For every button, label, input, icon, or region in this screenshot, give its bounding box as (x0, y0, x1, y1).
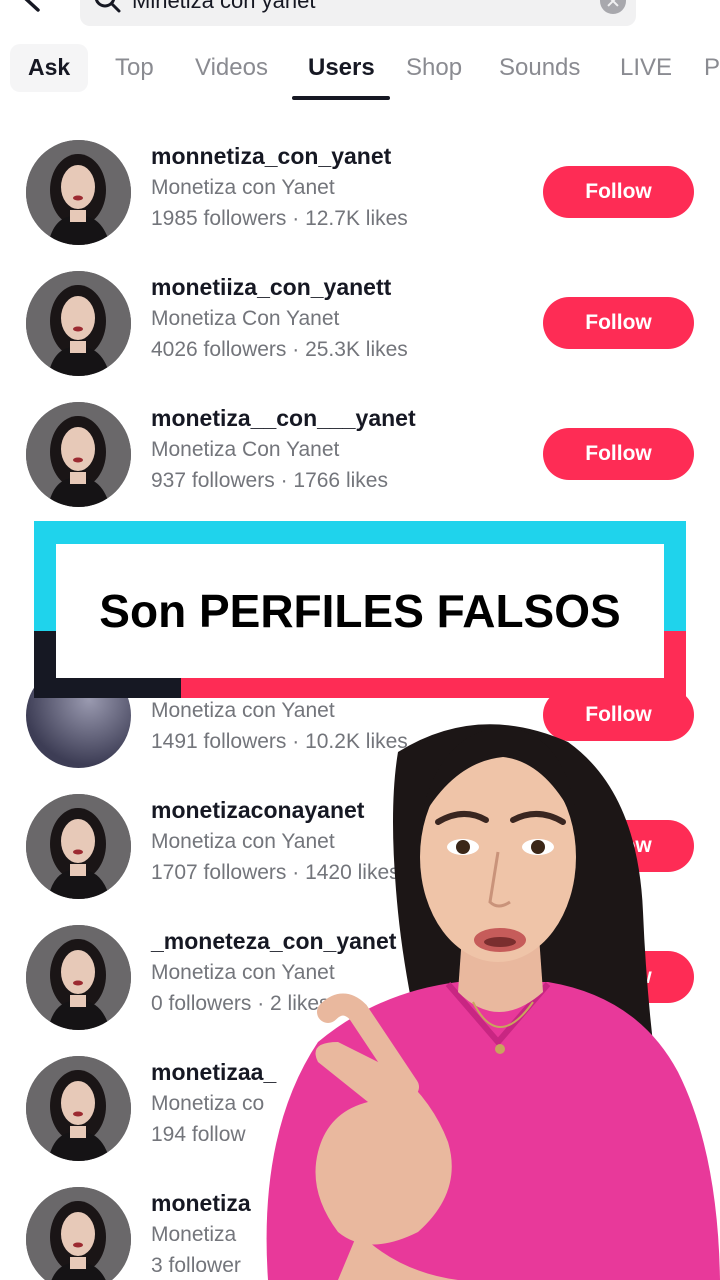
tab-more[interactable]: P (704, 54, 720, 82)
user-row[interactable]: monnetiza_con_yanet Monetiza con Yanet 1… (0, 140, 720, 271)
search-query: Minetiza con yanet (132, 0, 316, 13)
username: monetiza (151, 1190, 251, 1216)
tab-videos[interactable]: Videos (195, 54, 268, 82)
user-stats: 4026 followers · 25.3K likes (151, 338, 408, 361)
follow-button[interactable]: Follow (543, 428, 694, 480)
tab-ask[interactable]: Ask (10, 44, 89, 92)
nickname: Monetiza Con Yanet (151, 438, 340, 461)
caption-text: Son PERFILES FALSOS (99, 585, 621, 637)
nickname: Monetiza Con Yanet (151, 307, 340, 330)
username: monetiiza_con_yanett (151, 274, 392, 300)
search-input[interactable]: Minetiza con yanet (80, 0, 636, 26)
user-info: monetiza__con___yanet Monetiza Con Yanet… (151, 402, 416, 496)
user-row[interactable]: monetiza__con___yanet Monetiza Con Yanet… (0, 402, 720, 533)
follow-button[interactable]: Follow (543, 297, 694, 349)
avatar[interactable] (26, 271, 131, 376)
avatar[interactable] (26, 402, 131, 507)
tab-shop[interactable]: Shop (406, 54, 462, 82)
tab-live[interactable]: LIVE (620, 54, 672, 82)
back-arrow-icon[interactable] (20, 0, 46, 12)
avatar[interactable] (26, 140, 131, 245)
nickname: Monetiza (151, 1223, 237, 1246)
username: monetiza__con___yanet (151, 405, 416, 431)
tab-sounds[interactable]: Sounds (499, 54, 580, 82)
username: monnetiza_con_yanet (151, 143, 392, 169)
user-info: monetiza Monetiza 3 follower (151, 1187, 251, 1280)
avatar[interactable] (26, 925, 131, 1030)
banner-card: Son PERFILES FALSOS (56, 544, 664, 678)
tab-top[interactable]: Top (115, 54, 154, 82)
clear-search-icon[interactable] (600, 0, 626, 14)
search-icon (94, 0, 121, 13)
tab-users[interactable]: Users (308, 54, 375, 82)
avatar[interactable] (26, 1056, 131, 1161)
presenter-image (266, 724, 720, 1280)
avatar[interactable] (26, 1187, 131, 1280)
user-stats: 1985 followers · 12.7K likes (151, 207, 408, 230)
avatar[interactable] (26, 794, 131, 899)
search-tabs: Ask Top Videos Users Shop Sounds LIVE P (0, 44, 720, 100)
user-info: monnetiza_con_yanet Monetiza con Yanet 1… (151, 140, 408, 234)
caption-banner: Son PERFILES FALSOS (34, 521, 686, 698)
search-row: Minetiza con yanet (0, 0, 720, 34)
user-stats: 3 follower (151, 1254, 241, 1277)
nickname: Monetiza con Yanet (151, 176, 335, 199)
user-stats: 937 followers · 1766 likes (151, 469, 388, 492)
user-info: monetiiza_con_yanett Monetiza Con Yanet … (151, 271, 408, 365)
user-row[interactable]: monetiiza_con_yanett Monetiza Con Yanet … (0, 271, 720, 402)
follow-button[interactable]: Follow (543, 166, 694, 218)
